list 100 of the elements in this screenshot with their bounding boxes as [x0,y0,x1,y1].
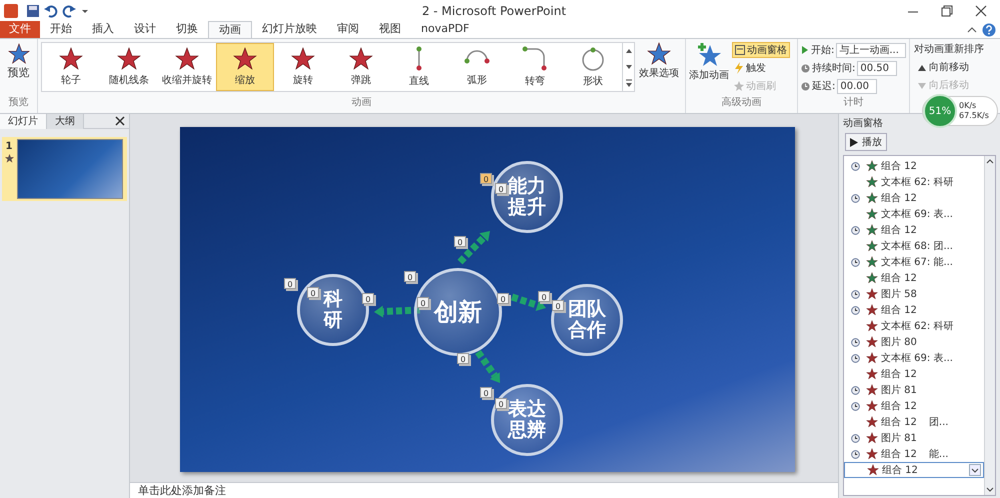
animation-tag[interactable]: 0 [495,183,507,194]
move-button[interactable]: 向前移动 [914,60,1000,75]
animation-list-item[interactable]: 文本框 68: 团... [844,238,984,254]
add-star-icon [696,42,722,68]
ribbon-tab[interactable]: 切换 [166,21,208,38]
save-icon[interactable] [26,4,40,18]
animation-tag[interactable]: 0 [480,173,492,184]
animation-item-label: 能... [928,448,948,462]
ribbon-tab[interactable]: 动画 [208,21,252,38]
animation-option[interactable]: 直线 [390,43,448,91]
topic-label: 思辨 [508,420,546,441]
star-icon [59,46,83,70]
star-icon [866,336,878,348]
star-icon [291,46,315,70]
animation-option[interactable]: 旋转 [274,43,332,91]
animation-list-item[interactable]: 图片 58 [844,286,984,302]
animation-list-item[interactable]: 组合 12 [844,398,984,414]
animation-option[interactable]: 收缩并旋转 [158,43,216,91]
ribbon-tab[interactable]: 视图 [369,21,411,38]
animation-list-item[interactable]: 组合 12 [844,190,984,206]
animation-option[interactable]: 转弯 [506,43,564,91]
pane-tab[interactable]: 大纲 [47,114,84,128]
ribbon-tab[interactable]: 开始 [40,21,82,38]
animation-list-item[interactable]: 图片 81 [844,382,984,398]
ribbon-tab[interactable]: 幻灯片放映 [252,21,327,38]
animation-tag[interactable]: 0 [538,291,550,302]
add-animation-button[interactable]: 添加动画 [686,42,732,95]
effect-options-button[interactable]: 效果选项 [637,42,681,81]
animation-list-item[interactable]: 文本框 62: 科研 [844,174,984,190]
animation-tag[interactable]: 0 [307,287,319,298]
topic-label: 科 [324,289,342,310]
scroll-down-icon[interactable] [986,487,994,493]
file-tab[interactable]: 文件 [0,21,40,38]
redo-icon[interactable] [62,4,76,18]
clock-icon [850,338,860,346]
ribbon-tab[interactable]: 插入 [82,21,124,38]
animation-option[interactable]: 轮子 [42,43,100,91]
notes-area[interactable]: 单击此处添加备注 [130,482,838,498]
slide-list-item[interactable]: 1 [2,137,127,201]
play-button[interactable]: 播放 [845,133,887,151]
delay-label: 延迟: [812,80,836,94]
lightning-icon [734,62,744,74]
animation-list-item[interactable]: 图片 81 [844,430,984,446]
animation-list-item[interactable]: 组合 12 [844,366,984,382]
duration-field[interactable]: 00.50 [857,60,898,76]
animation-tag[interactable]: 0 [362,293,374,304]
animation-item-label: 团... [928,416,948,430]
animation-option[interactable]: 弧形 [448,43,506,91]
animation-list-item[interactable]: 文本框 69: 表... [844,350,984,366]
animation-list-item[interactable]: 文本框 69: 表... [844,206,984,222]
undo-icon[interactable] [44,4,58,18]
animation-tag[interactable]: 0 [495,398,507,409]
dropdown-icon[interactable] [969,464,981,476]
animation-pane-button[interactable]: 动画窗格 [732,42,790,58]
animation-list-item[interactable]: 组合 12 能... [844,446,984,462]
ribbon-tab[interactable]: novaPDF [411,21,480,38]
preview-button[interactable]: 预览 [8,39,30,95]
pane-tab[interactable]: 幻灯片 [0,114,47,128]
clock-icon [850,258,860,266]
scroll-up-icon[interactable] [986,158,994,164]
ribbon-tab[interactable]: 审阅 [327,21,369,38]
download-speed: 67.5K/s [959,111,989,121]
animation-tag[interactable]: 0 [552,300,564,311]
animation-tag[interactable]: 0 [457,353,469,364]
star-icon [866,240,878,252]
animation-option[interactable]: 缩放 [216,43,274,91]
trigger-button[interactable]: 触发 [732,60,790,76]
start-dropdown[interactable]: 与上一动画... [836,42,906,58]
star-icon [117,46,141,70]
star-icon [866,432,878,444]
animation-tag[interactable]: 0 [284,278,296,289]
delay-field[interactable]: 00.00 [837,78,878,94]
animation-list-item[interactable]: 组合 12 [844,302,984,318]
star-icon [866,320,878,332]
animation-list-item[interactable]: 组合 12 [844,462,984,478]
animation-tag[interactable]: 0 [454,236,466,247]
help-icon[interactable] [982,23,996,37]
animation-list-item[interactable]: 文本框 67: 能... [844,254,984,270]
animation-tag[interactable]: 0 [497,293,509,304]
scrollbar[interactable] [984,156,995,495]
animation-list-item[interactable]: 组合 12 [844,270,984,286]
animation-option[interactable]: 形状 [564,43,622,91]
animation-tag[interactable]: 0 [480,387,492,398]
animation-list-item[interactable]: 文本框 62: 科研 [844,318,984,334]
ribbon-tab[interactable]: 设计 [124,21,166,38]
animation-tag[interactable]: 0 [404,271,416,282]
animation-option[interactable]: 弹跳 [332,43,390,91]
group-label: 动画 [352,96,372,110]
close-icon[interactable] [115,116,125,126]
animation-list-item[interactable]: 组合 12 团... [844,414,984,430]
animation-list-item[interactable]: 图片 80 [844,334,984,350]
animation-list-item[interactable]: 组合 12 [844,158,984,174]
animation-tag[interactable]: 0 [417,297,429,308]
star-icon [866,384,878,396]
animation-option[interactable]: 随机线条 [100,43,158,91]
clock-icon [850,306,860,314]
animation-list-item[interactable]: 组合 12 [844,222,984,238]
group-label: 高级动画 [722,96,762,110]
topic-label: 研 [324,310,342,331]
dashed-arrow [510,294,546,311]
